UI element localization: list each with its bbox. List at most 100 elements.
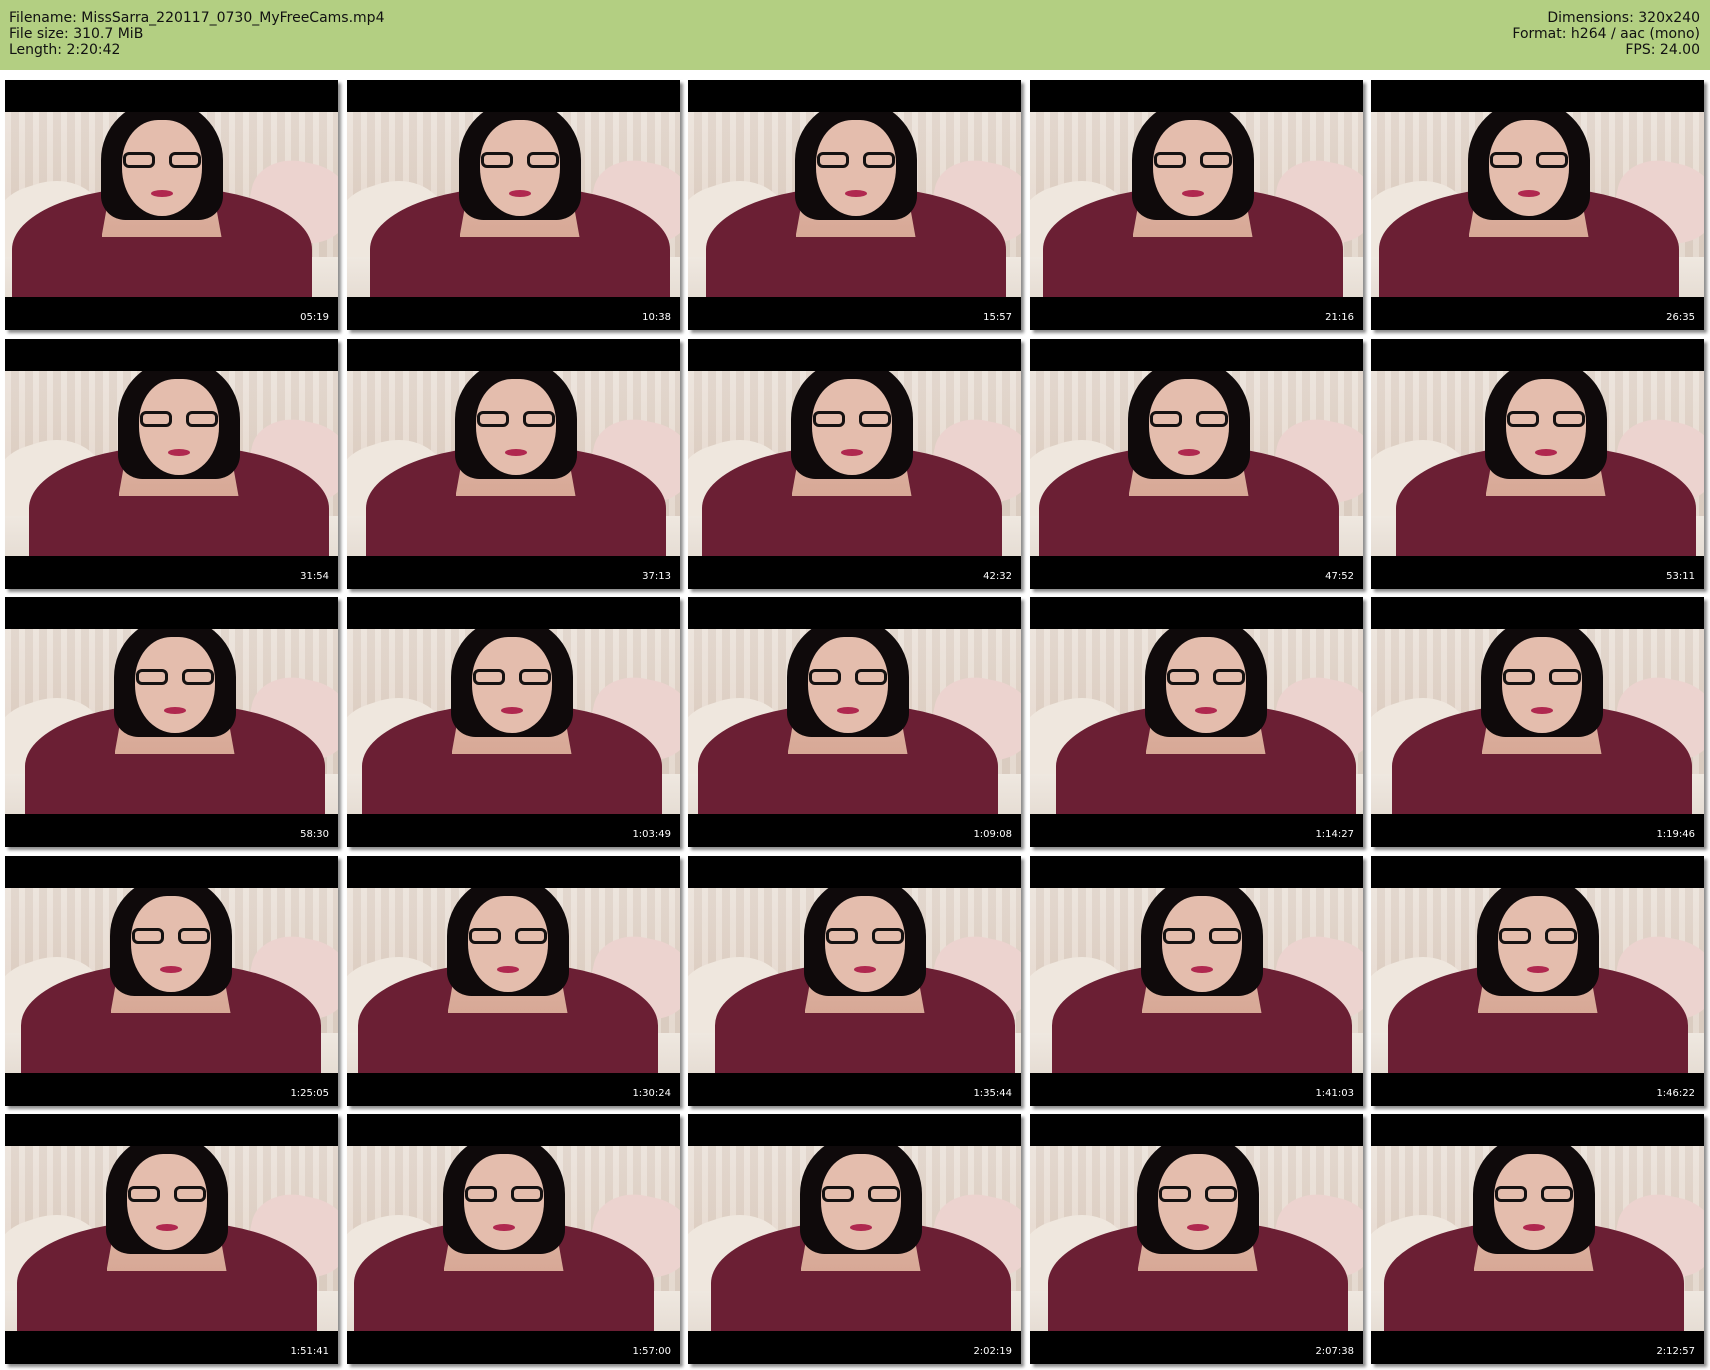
glasses-icon: [464, 1186, 543, 1204]
person-lips: [496, 966, 519, 973]
video-thumbnail: 53:11: [1371, 339, 1704, 589]
dimensions-text: Dimensions: 320x240: [1547, 10, 1700, 26]
person-lips: [508, 190, 531, 197]
thumbnail-timestamp: 05:19: [300, 312, 329, 323]
thumbnail-timestamp: 2:12:57: [1656, 1346, 1695, 1357]
header-right-column: Dimensions: 320x240 Format: h264 / aac (…: [1512, 10, 1700, 58]
person-lips: [159, 966, 182, 973]
video-frame-image: [1371, 1146, 1704, 1331]
glasses-icon: [825, 928, 904, 946]
video-frame-image: [688, 629, 1021, 814]
video-thumbnail: 1:35:44: [688, 856, 1021, 1106]
glasses-icon: [1149, 411, 1228, 429]
person-lips: [1186, 1224, 1209, 1231]
video-frame-image: [1030, 112, 1363, 297]
glasses-icon: [821, 1186, 900, 1204]
video-frame-image: [1030, 371, 1363, 556]
video-frame-image: [1371, 112, 1704, 297]
person-lips: [1517, 190, 1540, 197]
glasses-icon: [468, 928, 547, 946]
thumbnail-timestamp: 1:57:00: [632, 1346, 671, 1357]
glasses-icon: [1158, 1186, 1237, 1204]
video-thumbnail: 1:03:49: [347, 597, 680, 847]
video-thumbnail: 1:57:00: [347, 1114, 680, 1364]
video-frame-image: [1371, 629, 1704, 814]
person-lips: [836, 707, 859, 714]
glasses-icon: [139, 411, 218, 429]
video-thumbnail: 31:54: [5, 339, 338, 589]
video-thumbnail: 37:13: [347, 339, 680, 589]
glasses-icon: [1506, 411, 1585, 429]
person-lips: [844, 190, 867, 197]
video-frame-image: [5, 888, 338, 1073]
video-thumbnail: 10:38: [347, 80, 680, 330]
video-thumbnail: 2:12:57: [1371, 1114, 1704, 1364]
thumbnail-timestamp: 2:07:38: [1315, 1346, 1354, 1357]
person-lips: [1530, 707, 1553, 714]
video-frame-image: [5, 629, 338, 814]
glasses-icon: [480, 152, 559, 170]
video-frame-image: [347, 1146, 680, 1331]
length-text: Length: 2:20:42: [9, 42, 121, 58]
thumbnail-timestamp: 1:25:05: [290, 1088, 329, 1099]
video-thumbnail: 26:35: [1371, 80, 1704, 330]
header-left-column: Filename: MissSarra_220117_0730_MyFreeCa…: [9, 10, 384, 58]
thumbnail-timestamp: 21:16: [1325, 312, 1354, 323]
video-thumbnail: 1:25:05: [5, 856, 338, 1106]
video-thumbnail: 2:02:19: [688, 1114, 1021, 1364]
filename-text: Filename: MissSarra_220117_0730_MyFreeCa…: [9, 10, 385, 26]
video-frame-image: [688, 1146, 1021, 1331]
glasses-icon: [472, 669, 551, 687]
glasses-icon: [1153, 152, 1232, 170]
format-text: Format: h264 / aac (mono): [1512, 26, 1700, 42]
video-thumbnail: 1:51:41: [5, 1114, 338, 1364]
video-thumbnail: 1:14:27: [1030, 597, 1363, 847]
video-thumbnail: 15:57: [688, 80, 1021, 330]
glasses-icon: [812, 411, 891, 429]
thumbnail-timestamp: 1:14:27: [1315, 829, 1354, 840]
person-lips: [1190, 966, 1213, 973]
glasses-icon: [135, 669, 214, 687]
thumbnail-timestamp: 1:19:46: [1656, 829, 1695, 840]
video-thumbnail: 21:16: [1030, 80, 1363, 330]
glasses-icon: [131, 928, 210, 946]
glasses-icon: [1494, 1186, 1573, 1204]
person-lips: [504, 449, 527, 456]
thumbnail-timestamp: 1:09:08: [973, 829, 1012, 840]
thumbnail-timestamp: 2:02:19: [973, 1346, 1012, 1357]
thumbnail-timestamp: 1:46:22: [1656, 1088, 1695, 1099]
person-lips: [492, 1224, 515, 1231]
glasses-icon: [1502, 669, 1581, 687]
video-frame-image: [688, 888, 1021, 1073]
thumbnail-timestamp: 1:30:24: [632, 1088, 671, 1099]
person-lips: [167, 449, 190, 456]
person-lips: [1522, 1224, 1545, 1231]
video-frame-image: [1371, 371, 1704, 556]
thumbnail-timestamp: 42:32: [983, 571, 1012, 582]
person-lips: [849, 1224, 872, 1231]
thumbnail-timestamp: 1:41:03: [1315, 1088, 1354, 1099]
person-lips: [163, 707, 186, 714]
thumbnail-timestamp: 47:52: [1325, 571, 1354, 582]
video-thumbnail: 1:19:46: [1371, 597, 1704, 847]
glasses-icon: [1166, 669, 1245, 687]
video-thumbnail: 1:46:22: [1371, 856, 1704, 1106]
video-frame-image: [1030, 1146, 1363, 1331]
video-frame-image: [347, 112, 680, 297]
video-frame-image: [5, 112, 338, 297]
video-thumbnail: 42:32: [688, 339, 1021, 589]
video-thumbnail: 2:07:38: [1030, 1114, 1363, 1364]
thumbnail-timestamp: 37:13: [642, 571, 671, 582]
video-frame-image: [688, 112, 1021, 297]
person-lips: [853, 966, 876, 973]
thumbnail-timestamp: 53:11: [1666, 571, 1695, 582]
glasses-icon: [1498, 928, 1577, 946]
glasses-icon: [1489, 152, 1568, 170]
filesize-text: File size: 310.7 MiB: [9, 26, 144, 42]
person-lips: [1534, 449, 1557, 456]
glasses-icon: [122, 152, 201, 170]
person-lips: [500, 707, 523, 714]
video-frame-image: [1030, 629, 1363, 814]
video-frame-image: [347, 629, 680, 814]
info-header: Filename: MissSarra_220117_0730_MyFreeCa…: [0, 0, 1710, 70]
